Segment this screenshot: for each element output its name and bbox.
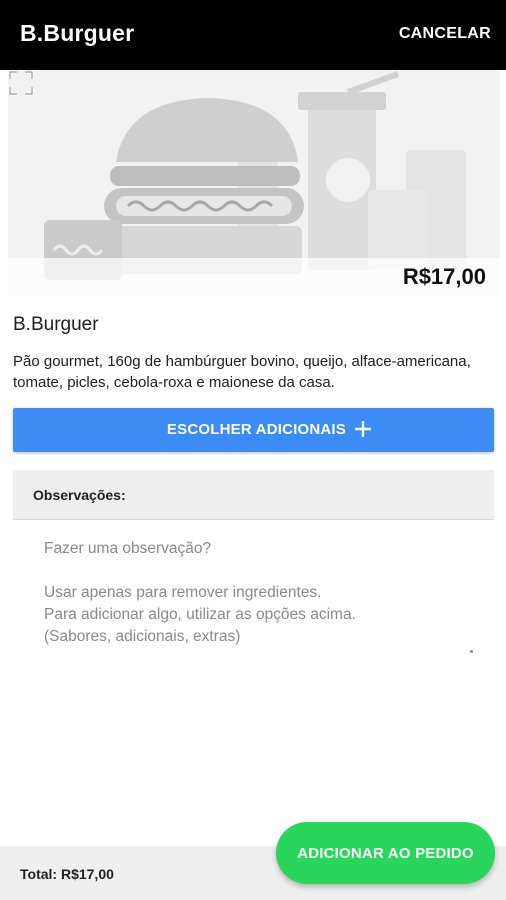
add-to-order-label: ADICIONAR AO PEDIDO	[297, 845, 474, 862]
observations-label: Observações:	[33, 487, 126, 503]
expand-icon[interactable]	[8, 70, 34, 96]
observations-header: Observações:	[13, 470, 494, 520]
add-to-order-button[interactable]: ADICIONAR AO PEDIDO	[276, 822, 495, 884]
app-title: B.Burguer	[20, 20, 135, 46]
cancel-button[interactable]: CANCELAR	[399, 25, 491, 43]
resize-handle	[470, 650, 473, 653]
app-bar: B.Burguer CANCELAR	[0, 0, 506, 70]
observations-field[interactable]	[13, 521, 494, 661]
product-name: B.Burguer	[13, 314, 99, 335]
product-price: R$17,00	[402, 264, 486, 289]
plus-icon	[355, 421, 371, 437]
choose-extras-label: ESCOLHER ADICIONAIS	[166, 421, 346, 438]
order-total: Total: R$17,00	[20, 866, 114, 882]
product-image: R$17,00	[8, 70, 500, 296]
choose-extras-button[interactable]: ESCOLHER ADICIONAIS	[13, 408, 494, 452]
product-description: Pão gourmet, 160g de hambúrguer bovino, …	[13, 353, 471, 391]
